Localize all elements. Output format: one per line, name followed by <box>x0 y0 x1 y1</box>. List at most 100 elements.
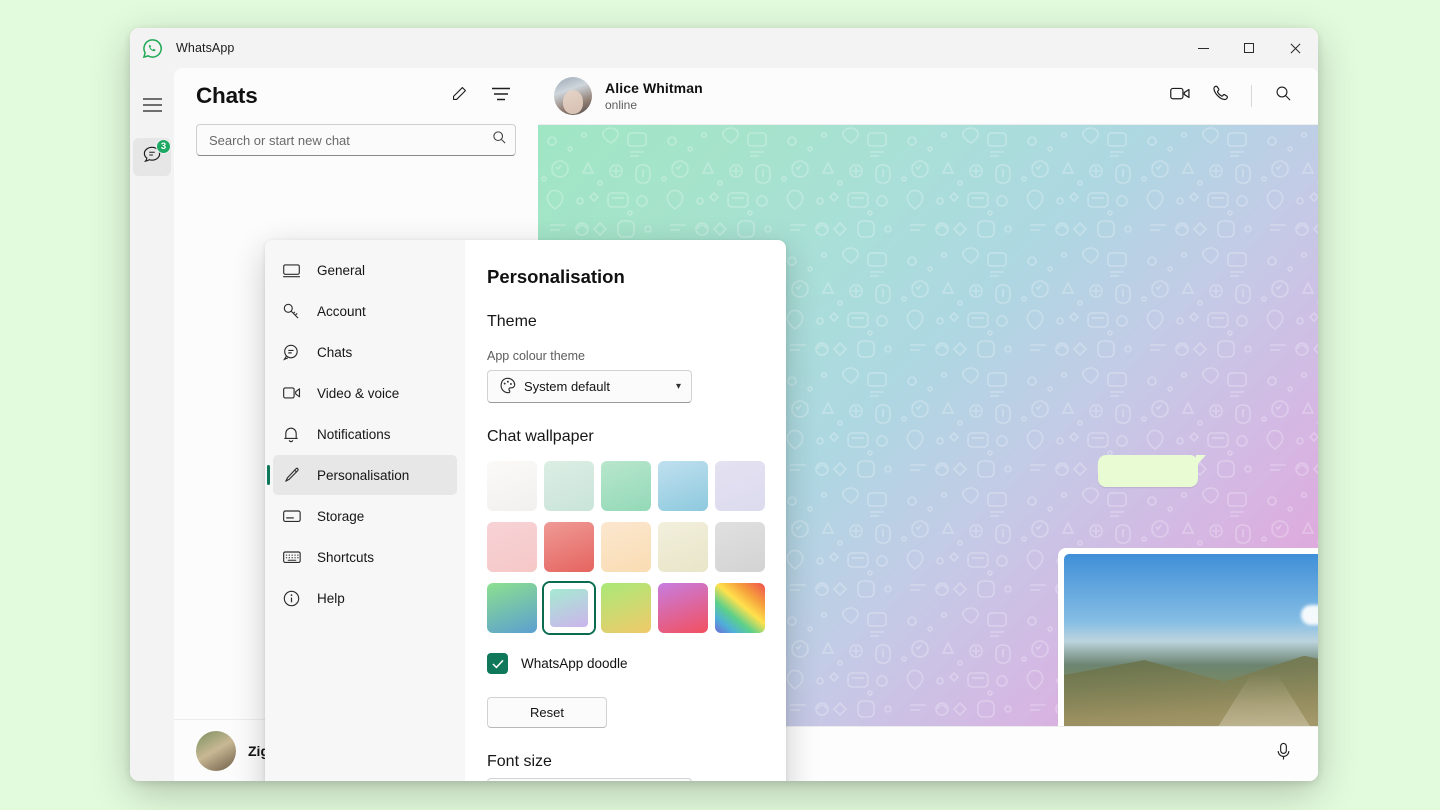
sidebar-item-notifications[interactable]: Notifications <box>273 414 457 454</box>
swatch-fill <box>658 461 708 511</box>
rail-item-chats[interactable]: 3 <box>133 138 171 176</box>
search-chats-box[interactable] <box>196 124 516 156</box>
wallpaper-swatch-magenta[interactable] <box>658 583 708 633</box>
sidebar-item-label: Personalisation <box>317 468 409 483</box>
sidebar-item-video-voice[interactable]: Video & voice <box>273 373 457 413</box>
reset-button[interactable]: Reset <box>487 697 607 728</box>
sidebar-item-label: Account <box>317 304 366 319</box>
swatch-fill <box>544 522 594 572</box>
swatch-fill <box>601 583 651 633</box>
swatch-fill <box>487 461 537 511</box>
storage-card-icon <box>283 510 309 523</box>
swatch-fill <box>715 583 765 633</box>
wallpaper-swatch-lime-amber[interactable] <box>601 583 651 633</box>
sidebar-item-label: Storage <box>317 509 364 524</box>
wallpaper-swatch-sky[interactable] <box>658 461 708 511</box>
video-call-icon <box>1170 86 1191 106</box>
sidebar-item-label: General <box>317 263 365 278</box>
wallpaper-swatch-mint[interactable] <box>601 461 651 511</box>
monitor-icon <box>283 263 309 278</box>
bell-icon <box>283 426 309 443</box>
theme-value: System default <box>524 379 676 394</box>
search-in-chat-button[interactable] <box>1266 79 1300 113</box>
microphone-icon <box>1275 742 1292 766</box>
sidebar-item-label: Chats <box>317 345 352 360</box>
wallpaper-swatch-white[interactable] <box>487 461 537 511</box>
chats-unread-badge: 3 <box>156 139 171 154</box>
doodle-checkbox[interactable] <box>487 653 508 674</box>
sidebar-item-label: Shortcuts <box>317 550 374 565</box>
chat-list-header: Chats <box>174 68 538 124</box>
message-bubble-partial[interactable] <box>1098 455 1198 487</box>
wallpaper-swatch-peach[interactable] <box>601 522 651 572</box>
avatar[interactable] <box>554 77 592 115</box>
minimize-button[interactable] <box>1180 28 1226 68</box>
contact-name: Alice Whitman <box>605 80 703 96</box>
theme-section-title: Theme <box>487 313 758 331</box>
mountain-ridge-photo[interactable] <box>1064 554 1318 726</box>
close-button[interactable] <box>1272 28 1318 68</box>
palette-icon <box>499 377 516 397</box>
search-icon <box>1275 85 1292 107</box>
sidebar-item-storage[interactable]: Storage <box>273 496 457 536</box>
wallpaper-swatch-mint-pale[interactable] <box>544 461 594 511</box>
hamburger-menu-button[interactable] <box>133 88 171 126</box>
voice-call-button[interactable] <box>1203 79 1237 113</box>
video-camera-icon <box>283 386 309 400</box>
sidebar-item-help[interactable]: Help <box>273 578 457 618</box>
filter-chats-button[interactable] <box>484 79 518 113</box>
wallpaper-swatch-green-blue[interactable] <box>487 583 537 633</box>
sidebar-item-account[interactable]: Account <box>273 291 457 331</box>
swatch-fill <box>601 461 651 511</box>
whatsapp-doodle-row[interactable]: WhatsApp doodle <box>487 653 758 674</box>
wallpaper-swatch-coral[interactable] <box>544 522 594 572</box>
contact-status: online <box>605 98 703 112</box>
search-icon <box>492 130 507 150</box>
sidebar-item-shortcuts[interactable]: Shortcuts <box>273 537 457 577</box>
font-size-section-title: Font size <box>487 753 758 771</box>
settings-overlay: General Account Chats <box>265 240 786 781</box>
wallpaper-swatch-lavender[interactable] <box>715 461 765 511</box>
sidebar-item-chats[interactable]: Chats <box>273 332 457 372</box>
font-size-select[interactable]: 100% (default) ▾ <box>487 778 692 781</box>
personalisation-pane: Personalisation Theme App colour theme S… <box>465 240 786 781</box>
nav-rail: 3 <box>130 68 174 781</box>
wallpaper-section-title: Chat wallpaper <box>487 428 758 446</box>
window-controls <box>1180 28 1318 68</box>
sidebar-item-label: Video & voice <box>317 386 399 401</box>
swatch-fill <box>601 522 651 572</box>
compose-new-chat-icon <box>451 85 468 107</box>
wallpaper-swatch-pink-pale[interactable] <box>487 522 537 572</box>
search-input[interactable] <box>209 133 492 148</box>
sidebar-item-personalisation[interactable]: Personalisation <box>273 455 457 495</box>
new-chat-button[interactable] <box>442 79 476 113</box>
app-colour-theme-select[interactable]: System default ▾ <box>487 370 692 403</box>
keyboard-icon <box>283 551 309 564</box>
avatar <box>196 731 236 771</box>
record-voice-button[interactable] <box>1266 737 1300 771</box>
close-icon <box>1290 43 1301 54</box>
key-icon <box>283 303 309 320</box>
swatch-fill <box>544 461 594 511</box>
settings-nav: General Account Chats <box>265 240 465 781</box>
doodle-label: WhatsApp doodle <box>521 656 628 671</box>
swatch-fill <box>550 589 588 627</box>
wallpaper-swatch-cream[interactable] <box>658 522 708 572</box>
photo-message-bubble[interactable]: here! 15:06 <box>1058 548 1318 726</box>
video-call-button[interactable] <box>1163 79 1197 113</box>
sidebar-item-label: Notifications <box>317 427 391 442</box>
window-title: WhatsApp <box>176 41 234 55</box>
wallpaper-swatch-rainbow[interactable] <box>715 583 765 633</box>
swatch-fill <box>715 522 765 572</box>
phone-call-icon <box>1211 84 1230 108</box>
maximize-button[interactable] <box>1226 28 1272 68</box>
pane-title: Personalisation <box>487 266 758 288</box>
sidebar-item-general[interactable]: General <box>273 250 457 290</box>
swatch-fill <box>715 461 765 511</box>
sidebar-item-label: Help <box>317 591 345 606</box>
wallpaper-swatch-grey[interactable] <box>715 522 765 572</box>
whatsapp-window: WhatsApp <box>130 28 1318 781</box>
theme-field-label: App colour theme <box>487 349 758 363</box>
filter-icon <box>492 87 510 106</box>
wallpaper-swatch-mint-violet[interactable] <box>544 583 594 633</box>
